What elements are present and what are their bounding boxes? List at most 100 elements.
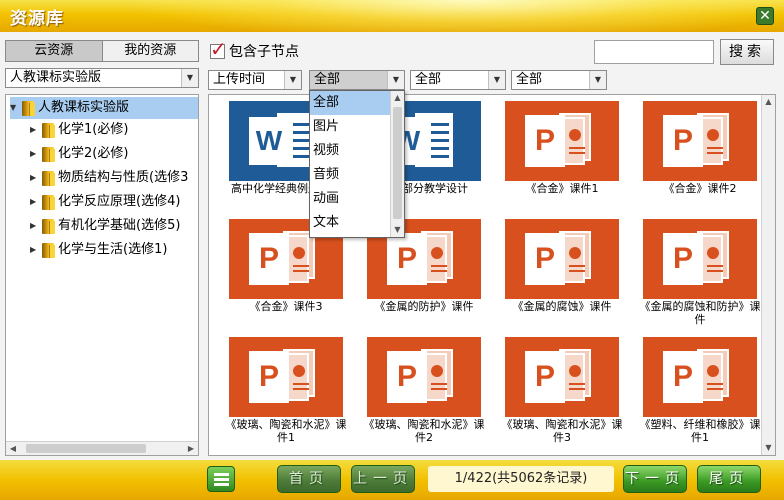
tree-root-label: 人教课标实验版 <box>38 100 130 115</box>
resource-caption[interactable]: 《玻璃、陶瓷和水泥》课件1 <box>223 418 349 444</box>
resource-caption[interactable]: 《塑料、纤维和橡胶》课件1 <box>637 418 763 444</box>
dropdown-option[interactable]: 视频 <box>310 139 390 163</box>
chevron-down-icon[interactable]: ▼ <box>181 69 198 87</box>
resource-caption[interactable]: 《合金》课件3 <box>223 300 349 313</box>
next-page-button[interactable]: 下一页 <box>623 465 687 493</box>
chevron-down-icon[interactable]: ▼ <box>488 71 505 89</box>
last-page-button[interactable]: 尾页 <box>697 465 761 493</box>
powerpoint-icon: P <box>525 109 599 171</box>
chapter-tree: ▼ 人教课标实验版 ▶ 化学1(必修) ▶ 化学2(必修) ▶ 物质结构与性质(… <box>5 94 199 456</box>
resource-caption[interactable]: 《金属的腐蚀和防护》课件 <box>637 300 763 326</box>
sort-select-value: 上传时间 <box>213 72 266 87</box>
include-subnodes-toggle[interactable]: ✓ 包含子节点 <box>210 39 299 61</box>
folder-icon <box>42 242 55 258</box>
resource-caption[interactable]: 《玻璃、陶瓷和水泥》课件2 <box>361 418 487 444</box>
dropdown-scrollbar[interactable]: ▲ ▼ <box>390 91 404 237</box>
title-bar: 资源库 ✕ <box>0 0 784 32</box>
type-select[interactable]: 全部 ▼ <box>309 70 405 90</box>
powerpoint-thumbnail[interactable]: P <box>229 337 343 417</box>
filter-select-3[interactable]: 全部 ▼ <box>410 70 506 90</box>
powerpoint-thumbnail[interactable]: P <box>505 337 619 417</box>
chevron-down-icon[interactable]: ▼ <box>284 71 301 89</box>
resource-card[interactable]: P 《玻璃、陶瓷和水泥》课件2 <box>364 337 485 449</box>
powerpoint-thumbnail[interactable]: P <box>505 219 619 299</box>
close-icon: ✕ <box>759 8 771 24</box>
folder-icon <box>42 218 55 234</box>
expand-icon[interactable]: ▶ <box>30 239 40 261</box>
folder-icon <box>42 122 55 138</box>
dropdown-option[interactable]: 文本 <box>310 211 390 235</box>
prev-page-button[interactable]: 上一页 <box>351 465 415 493</box>
collapse-icon[interactable]: ▼ <box>10 97 20 119</box>
tab-my-resources[interactable]: 我的资源 <box>102 41 198 61</box>
chevron-down-icon[interactable]: ▼ <box>589 71 606 89</box>
filter-4-value: 全部 <box>516 72 543 87</box>
sort-select[interactable]: 上传时间 ▼ <box>208 70 302 90</box>
tree-item[interactable]: ▶ 化学1(必修) <box>30 119 128 141</box>
resource-caption[interactable]: 《玻璃、陶瓷和水泥》课件3 <box>499 418 625 444</box>
tab-cloud-resources[interactable]: 云资源 <box>6 41 103 61</box>
source-tabs: 云资源 我的资源 <box>5 40 199 62</box>
tree-item[interactable]: ▶ 有机化学基础(选修5) <box>30 215 180 237</box>
tree-root[interactable]: ▼ 人教课标实验版 <box>10 97 198 119</box>
resource-card[interactable]: P 《玻璃、陶瓷和水泥》课件1 <box>226 337 347 449</box>
scroll-left-icon[interactable]: ◀ <box>6 442 20 455</box>
resource-card[interactable]: P 《玻璃、陶瓷和水泥》课件3 <box>502 337 623 449</box>
view-toggle-button[interactable] <box>207 466 235 492</box>
scroll-up-icon[interactable]: ▲ <box>762 95 775 109</box>
chevron-down-icon[interactable]: ▼ <box>387 71 404 89</box>
scroll-thumb[interactable] <box>393 107 402 219</box>
tree-item[interactable]: ▶ 化学2(必修) <box>30 143 128 165</box>
powerpoint-thumbnail[interactable]: P <box>643 101 757 181</box>
scroll-up-icon[interactable]: ▲ <box>391 91 404 105</box>
resource-caption[interactable]: 《合金》课件2 <box>637 182 763 195</box>
resource-caption[interactable]: 《金属的防护》课件 <box>361 300 487 313</box>
tree-item-label: 化学1(必修) <box>58 122 129 137</box>
powerpoint-thumbnail[interactable]: P <box>367 337 481 417</box>
resource-caption[interactable]: 《合金》课件1 <box>499 182 625 195</box>
powerpoint-thumbnail[interactable]: P <box>505 101 619 181</box>
scroll-down-icon[interactable]: ▼ <box>391 223 404 237</box>
expand-icon[interactable]: ▶ <box>30 215 40 237</box>
dropdown-option[interactable]: 图片 <box>310 115 390 139</box>
type-dropdown-list: 全部 图片 视频 音频 动画 文本 ▲ ▼ <box>309 90 405 238</box>
tree-item[interactable]: ▶ 物质结构与性质(选修3 <box>30 167 188 189</box>
first-page-button[interactable]: 首页 <box>277 465 341 493</box>
powerpoint-icon: P <box>525 227 599 289</box>
search-input[interactable] <box>594 40 714 64</box>
version-select[interactable]: 人教课标实验版 ▼ <box>5 68 199 88</box>
tree-horizontal-scrollbar[interactable]: ◀ ▶ <box>6 441 198 455</box>
search-button[interactable]: 搜索 <box>720 39 774 65</box>
expand-icon[interactable]: ▶ <box>30 167 40 189</box>
close-button[interactable]: ✕ <box>756 7 774 25</box>
scroll-right-icon[interactable]: ▶ <box>184 442 198 455</box>
scroll-thumb[interactable] <box>26 444 146 453</box>
dropdown-option[interactable]: 全部 <box>310 91 390 115</box>
folder-icon <box>22 100 35 116</box>
powerpoint-icon: P <box>387 345 461 407</box>
list-icon-line <box>214 483 229 486</box>
resource-caption[interactable]: 《金属的腐蚀》课件 <box>499 300 625 313</box>
resource-grid: W 高中化学经典例题解析 W 化学部分教学设计 P 《合金》课件1 P 《合金》… <box>208 94 776 456</box>
tree-item[interactable]: ▶ 化学反应原理(选修4) <box>30 191 180 213</box>
include-subnodes-label: 包含子节点 <box>229 44 299 60</box>
resource-card[interactable]: P 《合金》课件1 <box>505 101 619 213</box>
main-content: 云资源 我的资源 人教课标实验版 ▼ ▼ 人教课标实验版 ▶ 化学1(必修) ▶… <box>0 32 784 460</box>
include-subnodes-checkbox[interactable]: ✓ <box>210 39 227 59</box>
tree-item[interactable]: ▶ 化学与生活(选修1) <box>30 239 167 261</box>
dropdown-option[interactable]: 动画 <box>310 187 390 211</box>
dropdown-option[interactable]: 音频 <box>310 163 390 187</box>
resource-card[interactable]: P 《金属的腐蚀》课件 <box>505 219 619 331</box>
resource-card[interactable]: P 《金属的腐蚀和防护》课件 <box>640 219 761 331</box>
list-icon-line <box>214 478 229 481</box>
expand-icon[interactable]: ▶ <box>30 143 40 165</box>
scroll-down-icon[interactable]: ▼ <box>762 441 775 455</box>
expand-icon[interactable]: ▶ <box>30 191 40 213</box>
grid-vertical-scrollbar[interactable]: ▲ ▼ <box>761 95 775 455</box>
resource-card[interactable]: P 《合金》课件2 <box>643 101 757 213</box>
filter-select-4[interactable]: 全部 ▼ <box>511 70 607 90</box>
powerpoint-thumbnail[interactable]: P <box>643 219 757 299</box>
expand-icon[interactable]: ▶ <box>30 119 40 141</box>
resource-card[interactable]: P 《塑料、纤维和橡胶》课件1 <box>640 337 761 449</box>
powerpoint-thumbnail[interactable]: P <box>643 337 757 417</box>
